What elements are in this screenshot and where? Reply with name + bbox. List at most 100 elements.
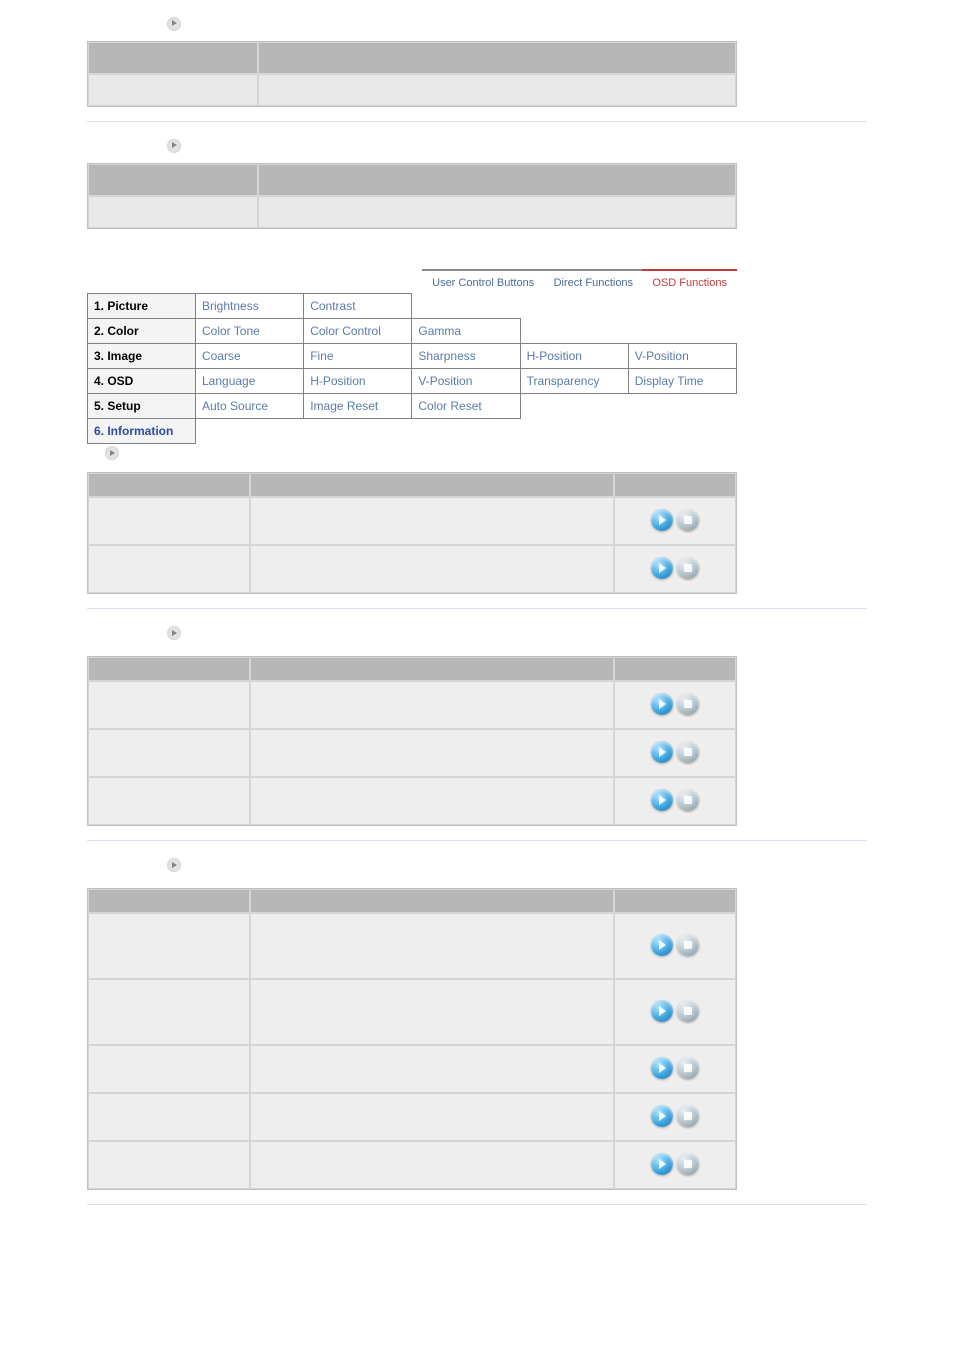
arrow-right-icon — [167, 626, 181, 640]
media-header-cell — [250, 889, 614, 913]
media-desc-cell — [250, 777, 614, 825]
matrix-link-h-position[interactable]: H-Position — [520, 343, 628, 368]
media-header-cell — [88, 473, 250, 497]
media-label-cell — [88, 1045, 250, 1093]
matrix-category[interactable]: 2. Color — [88, 318, 196, 343]
section-bullet-picture — [87, 444, 867, 467]
stop-icon[interactable] — [677, 741, 699, 763]
tab-user-control-buttons[interactable]: User Control Buttons — [422, 269, 544, 293]
media-header-cell — [614, 889, 736, 913]
media-icons-cell — [614, 545, 736, 593]
media-header-cell — [614, 657, 736, 681]
media-icons-cell — [614, 1045, 736, 1093]
media-header-cell — [250, 657, 614, 681]
matrix-category[interactable]: 5. Setup — [88, 393, 196, 418]
play-icon[interactable] — [651, 1000, 673, 1022]
play-icon[interactable] — [651, 789, 673, 811]
matrix-link-gamma[interactable]: Gamma — [412, 318, 520, 343]
divider — [87, 608, 867, 609]
matrix-link-fine[interactable]: Fine — [304, 343, 412, 368]
media-icons-cell — [614, 777, 736, 825]
stop-icon[interactable] — [677, 1057, 699, 1079]
media-desc-cell — [250, 497, 614, 545]
media-header-cell — [614, 473, 736, 497]
media-table — [87, 888, 737, 1190]
matrix-link-auto-source[interactable]: Auto Source — [196, 393, 304, 418]
arrow-right-icon — [105, 446, 119, 460]
matrix-link-color-reset[interactable]: Color Reset — [412, 393, 520, 418]
media-label-cell — [88, 979, 250, 1045]
play-icon[interactable] — [651, 1105, 673, 1127]
stop-icon[interactable] — [677, 934, 699, 956]
matrix-category[interactable]: 6. Information — [88, 418, 196, 443]
matrix-link-display-time[interactable]: Display Time — [628, 368, 736, 393]
stop-icon[interactable] — [677, 693, 699, 715]
media-label-cell — [88, 1141, 250, 1189]
play-icon[interactable] — [651, 741, 673, 763]
matrix-link-color-control[interactable]: Color Control — [304, 318, 412, 343]
matrix-link-sharpness[interactable]: Sharpness — [412, 343, 520, 368]
media-label-cell — [88, 497, 250, 545]
play-icon[interactable] — [651, 509, 673, 531]
section-bullet-1 — [87, 10, 867, 41]
stop-icon[interactable] — [677, 1000, 699, 1022]
osd-function-matrix: 1. PictureBrightnessContrast2. ColorColo… — [87, 293, 737, 444]
matrix-category[interactable]: 3. Image — [88, 343, 196, 368]
stop-icon[interactable] — [677, 1105, 699, 1127]
media-label-cell — [88, 777, 250, 825]
arrow-right-icon — [167, 17, 181, 31]
tab-direct-functions[interactable]: Direct Functions — [544, 269, 643, 293]
stop-icon[interactable] — [677, 789, 699, 811]
matrix-category[interactable]: 4. OSD — [88, 368, 196, 393]
play-icon[interactable] — [651, 557, 673, 579]
divider — [87, 840, 867, 841]
media-header-cell — [88, 889, 250, 913]
matrix-link-language[interactable]: Language — [196, 368, 304, 393]
media-header-cell — [88, 657, 250, 681]
matrix-link-contrast[interactable]: Contrast — [304, 293, 412, 318]
divider — [87, 121, 867, 122]
media-label-cell — [88, 1093, 250, 1141]
media-desc-cell — [250, 681, 614, 729]
section-bullet-2 — [87, 132, 867, 163]
play-icon[interactable] — [651, 1153, 673, 1175]
section-bullet — [87, 619, 867, 650]
summary-table-1 — [87, 41, 737, 107]
summary-table-2 — [87, 163, 737, 229]
media-icons-cell — [614, 1093, 736, 1141]
matrix-category[interactable]: 1. Picture — [88, 293, 196, 318]
media-icons-cell — [614, 681, 736, 729]
media-table — [87, 656, 737, 826]
media-label-cell — [88, 913, 250, 979]
matrix-link-image-reset[interactable]: Image Reset — [304, 393, 412, 418]
matrix-link-v-position[interactable]: V-Position — [628, 343, 736, 368]
matrix-link-brightness[interactable]: Brightness — [196, 293, 304, 318]
media-desc-cell — [250, 1045, 614, 1093]
stop-icon[interactable] — [677, 557, 699, 579]
stop-icon[interactable] — [677, 509, 699, 531]
media-icons-cell — [614, 497, 736, 545]
media-icons-cell — [614, 979, 736, 1045]
play-icon[interactable] — [651, 1057, 673, 1079]
media-desc-cell — [250, 913, 614, 979]
stop-icon[interactable] — [677, 1153, 699, 1175]
matrix-link-color-tone[interactable]: Color Tone — [196, 318, 304, 343]
matrix-link-h-position[interactable]: H-Position — [304, 368, 412, 393]
play-icon[interactable] — [651, 693, 673, 715]
media-desc-cell — [250, 729, 614, 777]
play-icon[interactable] — [651, 934, 673, 956]
media-label-cell — [88, 681, 250, 729]
tab-bar: User Control Buttons Direct Functions OS… — [87, 269, 737, 293]
media-header-cell — [250, 473, 614, 497]
media-icons-cell — [614, 1141, 736, 1189]
matrix-link-coarse[interactable]: Coarse — [196, 343, 304, 368]
media-label-cell — [88, 729, 250, 777]
media-icons-cell — [614, 729, 736, 777]
matrix-link-transparency[interactable]: Transparency — [520, 368, 628, 393]
matrix-link-v-position[interactable]: V-Position — [412, 368, 520, 393]
arrow-right-icon — [167, 139, 181, 153]
media-desc-cell — [250, 1141, 614, 1189]
divider — [87, 1204, 867, 1205]
media-icons-cell — [614, 913, 736, 979]
tab-osd-functions[interactable]: OSD Functions — [642, 269, 737, 293]
